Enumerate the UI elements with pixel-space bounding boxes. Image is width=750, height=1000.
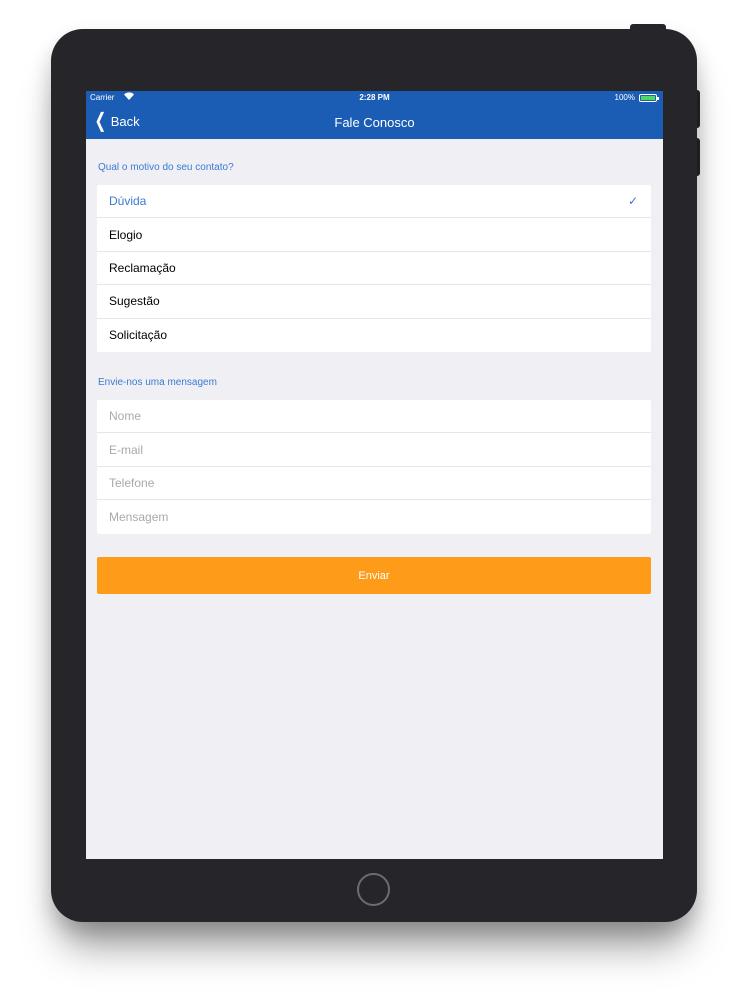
- reason-option-elogio[interactable]: Elogio: [97, 218, 651, 252]
- name-input[interactable]: [109, 409, 639, 424]
- message-field-row: [97, 500, 651, 533]
- message-section-header: Envie-nos uma mensagem: [98, 377, 217, 388]
- message-form: [97, 400, 651, 534]
- phone-field-row: [97, 467, 651, 501]
- email-input[interactable]: [109, 442, 639, 457]
- page-title: Fale Conosco: [334, 115, 415, 130]
- phone-input[interactable]: [109, 475, 639, 490]
- home-button[interactable]: [357, 873, 390, 906]
- reason-option-label: Reclamação: [109, 260, 176, 275]
- reason-option-reclamacao[interactable]: Reclamação: [97, 252, 651, 286]
- email-field-row: [97, 433, 651, 467]
- status-time: 2:28 PM: [359, 93, 390, 102]
- checkmark-icon: ✓: [627, 194, 638, 209]
- app-screen: Carrier 2:28 PM 100% ❮ Back Fale Conosco…: [86, 91, 663, 859]
- reason-section-header: Qual o motivo do seu contato?: [98, 162, 234, 173]
- reason-option-label: Solicitação: [109, 328, 168, 343]
- name-field-row: [97, 400, 651, 434]
- reason-option-label: Sugestão: [109, 294, 160, 309]
- navigation-bar: ❮ Back Fale Conosco: [86, 105, 663, 139]
- reason-option-solicitacao[interactable]: Solicitação: [97, 319, 651, 352]
- reason-option-duvida[interactable]: Dúvida ✓: [97, 185, 651, 219]
- submit-button[interactable]: Enviar: [97, 557, 651, 594]
- status-bar: Carrier 2:28 PM 100%: [86, 91, 663, 105]
- message-input[interactable]: [109, 509, 639, 524]
- reason-option-label: Elogio: [109, 227, 143, 242]
- battery-icon: [639, 94, 659, 102]
- battery-percent: 100%: [614, 93, 635, 102]
- reason-option-label: Dúvida: [109, 194, 147, 209]
- reason-option-sugestao[interactable]: Sugestão: [97, 285, 651, 319]
- reason-options-list: Dúvida ✓ Elogio Reclamação Sugestão Soli…: [97, 185, 651, 352]
- battery-level-fill: [641, 96, 655, 100]
